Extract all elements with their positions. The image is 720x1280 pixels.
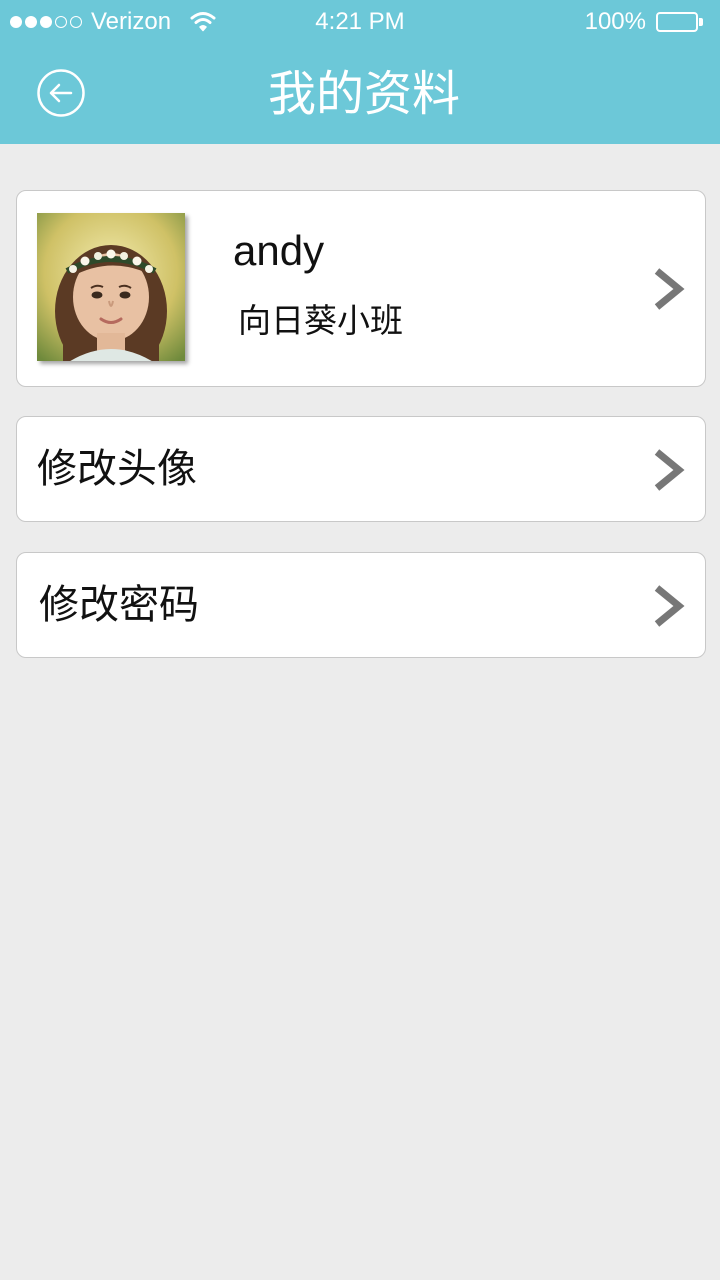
app-header: Verizon 4:21 PM 100% 我的资料 xyxy=(0,0,720,144)
page-title: 我的资料 xyxy=(267,66,460,122)
profile-card[interactable]: andy 向日葵小班 xyxy=(16,190,706,387)
menu-item-change-password[interactable]: 修改密码 xyxy=(16,552,706,658)
chevron-right-icon xyxy=(654,449,685,491)
avatar-photo xyxy=(37,213,185,361)
status-bar: Verizon 4:21 PM 100% xyxy=(0,0,720,44)
battery-percent: 100% xyxy=(584,8,646,35)
profile-class-name: 向日葵小班 xyxy=(238,301,403,340)
chevron-right-icon xyxy=(654,268,685,310)
menu-item-label: 修改头像 xyxy=(37,446,197,492)
profile-name: andy xyxy=(233,227,325,274)
menu-item-change-avatar[interactable]: 修改头像 xyxy=(16,416,706,522)
chevron-right-icon xyxy=(654,585,685,627)
battery-status: 100% xyxy=(585,8,704,36)
menu-item-label: 修改密码 xyxy=(39,582,199,628)
avatar xyxy=(37,213,185,361)
battery-icon xyxy=(656,12,704,32)
